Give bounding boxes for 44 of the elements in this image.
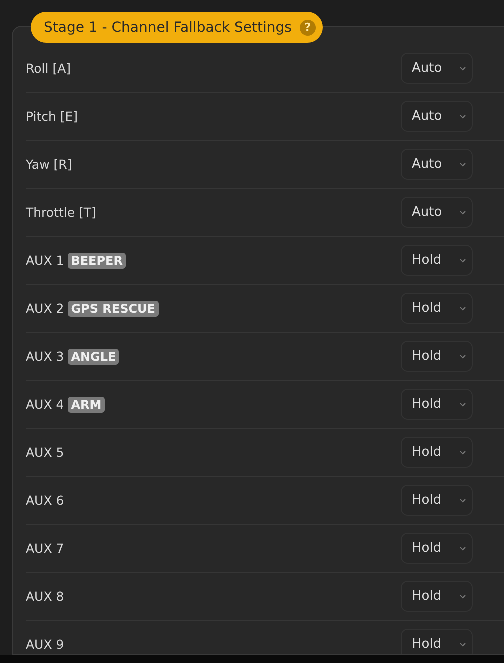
chevron-icon <box>460 66 466 70</box>
channel-label: Throttle [T] <box>26 205 96 220</box>
channel-label: AUX 7 <box>26 541 64 556</box>
mode-tag: GPS RESCUE <box>68 300 158 316</box>
chevron-icon <box>460 354 466 358</box>
fallback-select[interactable]: Hold <box>401 389 473 420</box>
channel-label: AUX 4 <box>26 397 64 412</box>
channel-label: AUX 2 <box>26 301 64 316</box>
channel-label: Yaw [R] <box>26 157 72 172</box>
chevron-icon <box>460 450 466 454</box>
fallback-select[interactable]: Hold <box>401 341 473 372</box>
chevron-icon <box>460 306 466 310</box>
fallback-select[interactable]: Auto <box>401 197 473 228</box>
mode-tag: ARM <box>68 396 105 412</box>
channel-label: AUX 1 <box>26 253 64 268</box>
mode-tag: ANGLE <box>68 348 120 364</box>
chevron-icon <box>460 546 466 550</box>
fallback-select[interactable]: Hold <box>401 629 473 654</box>
title-text: Stage 1 - Channel Fallback Settings <box>44 20 292 36</box>
fallback-select[interactable]: Hold <box>401 437 473 468</box>
channel-label: Roll [A] <box>26 61 71 76</box>
channel-label: AUX 9 <box>26 637 64 652</box>
chevron-icon <box>460 162 466 166</box>
chevron-icon <box>460 258 466 262</box>
mode-tag: BEEPER <box>68 252 126 268</box>
channel-label: AUX 5 <box>26 445 64 460</box>
channel-label: AUX 6 <box>26 493 64 508</box>
chevron-icon <box>460 210 466 214</box>
chevron-icon <box>460 498 466 502</box>
channel-label: AUX 3 <box>26 349 64 364</box>
fallback-select[interactable]: Hold <box>401 581 473 612</box>
channel-label: AUX 8 <box>26 589 64 604</box>
chevron-icon <box>460 402 466 406</box>
fallback-select[interactable]: Auto <box>401 101 473 132</box>
chevron-icon <box>460 114 466 118</box>
fallback-select[interactable]: Auto <box>401 53 473 84</box>
fallback-select[interactable]: Auto <box>401 149 473 180</box>
chevron-icon <box>460 594 466 598</box>
fallback-select[interactable]: Hold <box>401 533 473 564</box>
channel-label: Pitch [E] <box>26 109 78 124</box>
fallback-select[interactable]: Hold <box>401 245 473 276</box>
fallback-select[interactable]: Hold <box>401 485 473 516</box>
fallback-select[interactable]: Hold <box>401 293 473 324</box>
chevron-icon <box>460 642 466 646</box>
